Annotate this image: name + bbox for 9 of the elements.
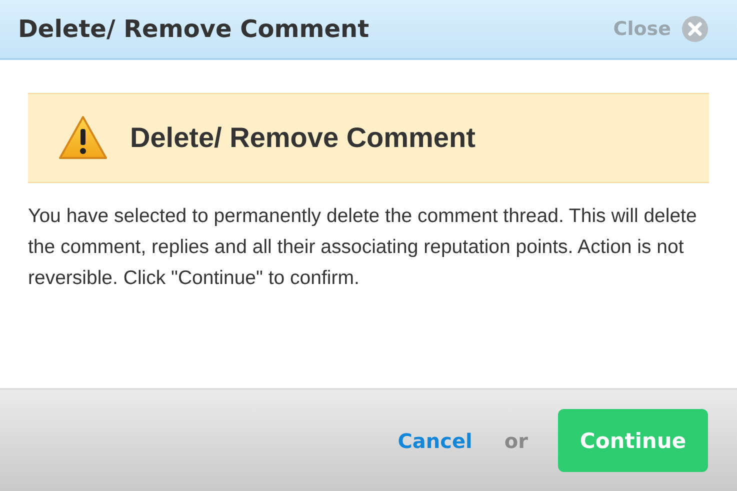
message-text: You have selected to permanently delete the comment thread. This will delete the comment, replies and all their associating reputation points. Action is not reversible. Click "Continue" to confirm. (28, 204, 698, 291)
close-button[interactable]: Close (613, 15, 709, 43)
warning-icon (58, 115, 108, 161)
continue-button[interactable]: Continue (558, 409, 708, 472)
close-icon (681, 15, 709, 43)
alert-heading: Delete/ Remove Comment (130, 122, 476, 154)
dialog-title: Delete/ Remove Comment (18, 15, 370, 43)
cancel-link[interactable]: Cancel (398, 428, 472, 452)
or-text: or (504, 428, 528, 452)
